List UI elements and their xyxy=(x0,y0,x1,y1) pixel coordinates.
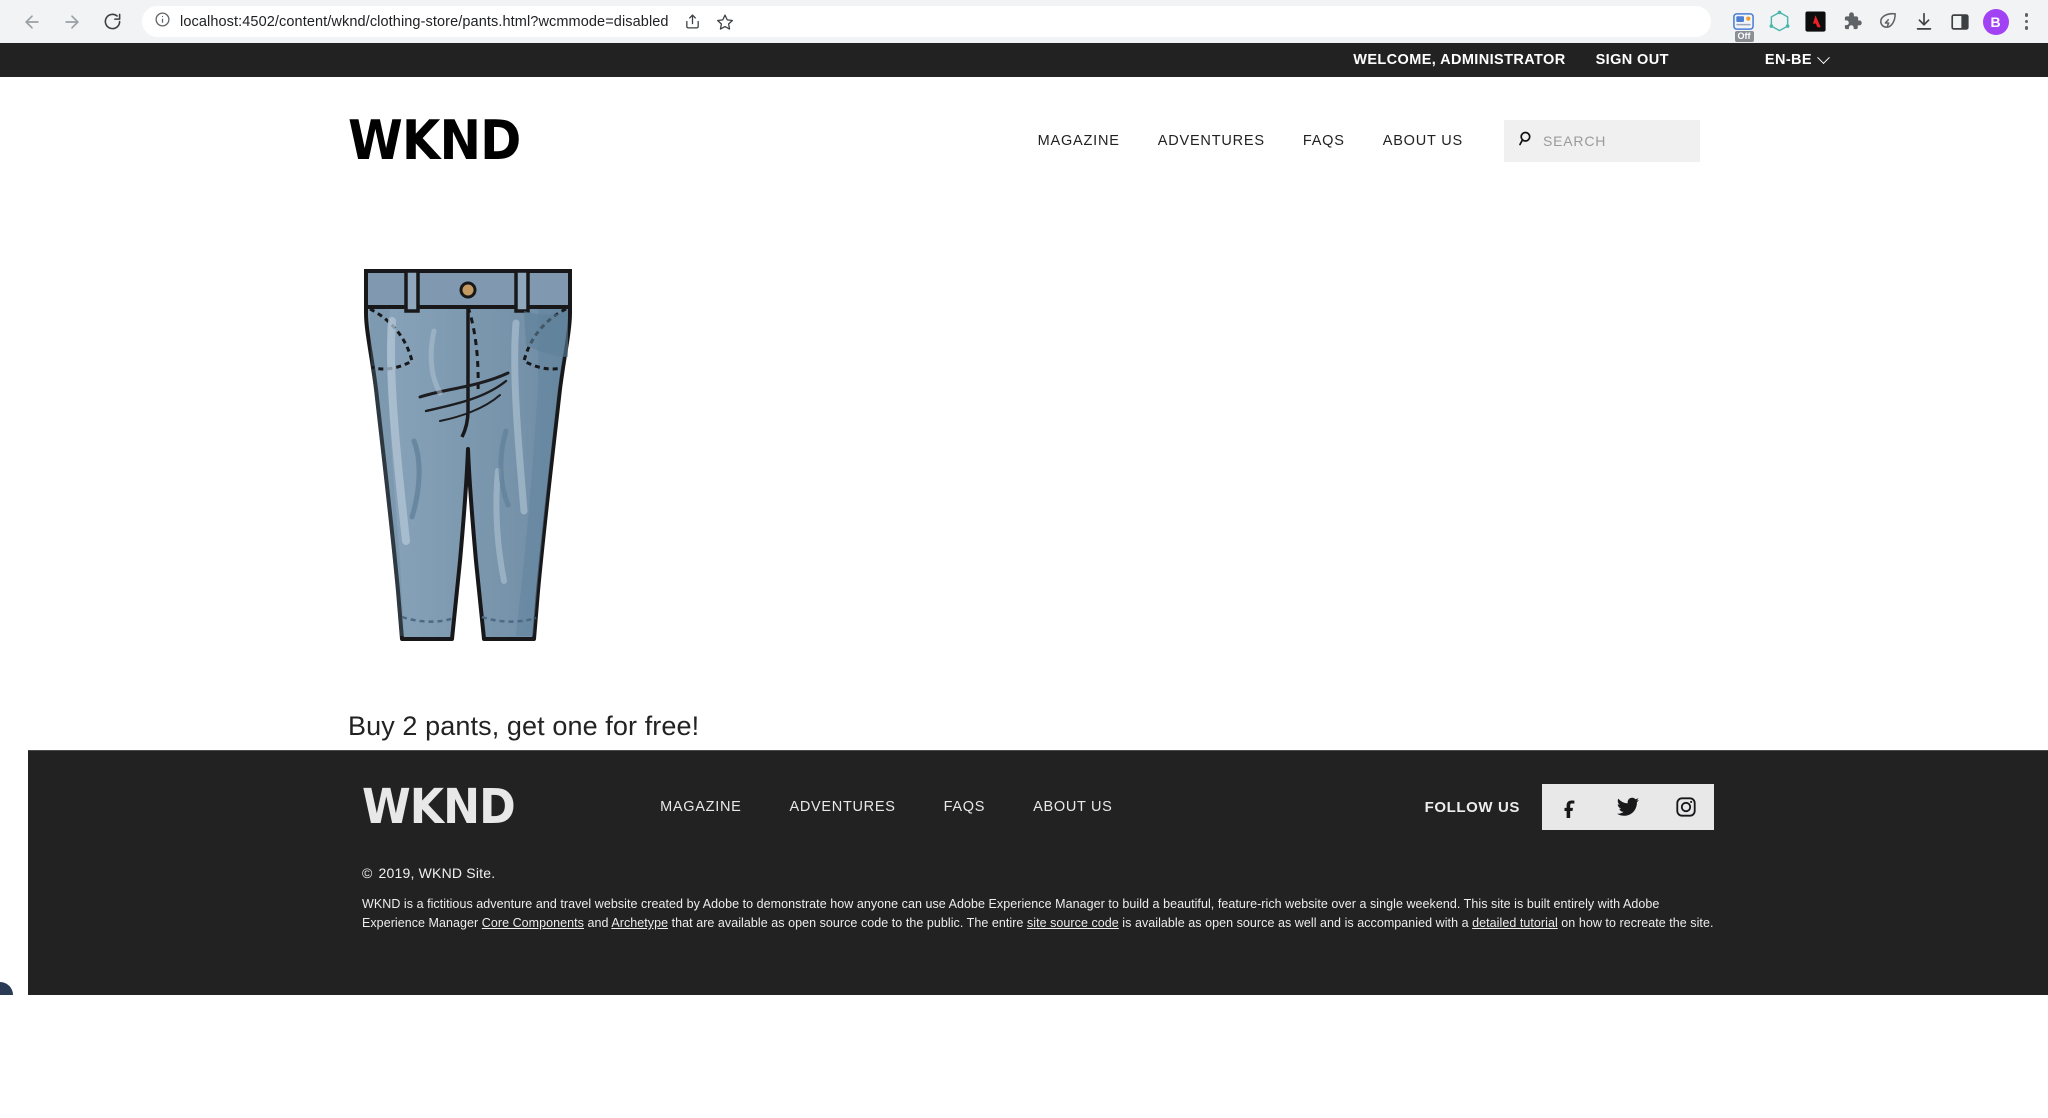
site-source-code-link[interactable]: site source code xyxy=(1027,916,1119,930)
forward-button[interactable] xyxy=(54,4,90,40)
forward-arrow-icon xyxy=(62,12,82,32)
sidepanel-icon[interactable] xyxy=(1947,9,1973,35)
disclaimer-part-3: that are available as open source code t… xyxy=(668,916,1027,930)
profile-avatar[interactable]: B xyxy=(1982,8,2009,35)
follow-us-label: FOLLOW US xyxy=(1424,798,1520,816)
promo-text: Buy 2 pants, get one for free! xyxy=(348,711,700,741)
reload-button[interactable] xyxy=(94,4,130,40)
address-bar-url: localhost:4502/content/wknd/clothing-sto… xyxy=(180,13,669,30)
nav-item-about-us[interactable]: ABOUT US xyxy=(1364,133,1482,149)
footer-nav-item-faqs[interactable]: FAQS xyxy=(920,799,1009,815)
address-bar[interactable]: localhost:4502/content/wknd/clothing-sto… xyxy=(142,6,1711,37)
nav-item-faqs[interactable]: FAQS xyxy=(1284,133,1364,149)
copyright-text: 2019, WKND Site. xyxy=(378,865,496,881)
product-image xyxy=(348,261,588,666)
chevron-down-icon xyxy=(1817,50,1830,64)
main-content: Buy 2 pants, get one for free! xyxy=(0,183,2048,750)
info-circle-icon[interactable] xyxy=(154,11,171,33)
welcome-message: WELCOME, ADMINISTRATOR xyxy=(1353,52,1566,68)
graphql-extension-icon[interactable] xyxy=(1767,9,1793,35)
language-selector[interactable]: EN-BE xyxy=(1764,50,1830,68)
disclaimer-part-5: on how to recreate the site. xyxy=(1557,916,1714,930)
main-navigation: MAGAZINE ADVENTURES FAQS ABOUT US xyxy=(1019,133,1482,149)
disclaimer-text: WKND is a fictitious adventure and trave… xyxy=(362,895,1714,933)
footer-logo[interactable]: WKND xyxy=(362,783,516,831)
screencast-extension-icon[interactable]: Off xyxy=(1731,9,1757,42)
instagram-icon[interactable] xyxy=(1675,796,1697,818)
detailed-tutorial-link[interactable]: detailed tutorial xyxy=(1472,916,1558,930)
search-box[interactable]: SEARCH xyxy=(1504,120,1700,162)
nav-item-magazine[interactable]: MAGAZINE xyxy=(1019,133,1139,149)
extension-badge: Off xyxy=(1734,30,1754,42)
site-footer: WKND MAGAZINE ADVENTURES FAQS ABOUT US F… xyxy=(0,750,2048,995)
utility-bar: WELCOME, ADMINISTRATOR SIGN OUT EN-BE xyxy=(0,43,2048,77)
core-components-link[interactable]: Core Components xyxy=(482,916,584,930)
disclaimer-part-4: is available as open source as well and … xyxy=(1118,916,1473,930)
twitter-icon[interactable] xyxy=(1616,795,1640,819)
nav-item-adventures[interactable]: ADVENTURES xyxy=(1139,133,1284,149)
follow-us-section: FOLLOW US xyxy=(1425,784,1714,830)
social-links xyxy=(1542,784,1714,830)
facebook-icon[interactable] xyxy=(1559,796,1581,818)
blue-jeans-pants-illustration xyxy=(364,269,572,641)
sign-out-link[interactable]: SIGN OUT xyxy=(1596,52,1669,68)
adobe-extension-icon[interactable] xyxy=(1803,9,1829,35)
browser-toolbar: localhost:4502/content/wknd/clothing-sto… xyxy=(0,0,2048,43)
back-button[interactable] xyxy=(14,4,50,40)
search-input[interactable]: SEARCH xyxy=(1543,133,1606,149)
footer-navigation: MAGAZINE ADVENTURES FAQS ABOUT US xyxy=(636,799,1424,815)
site-logo[interactable]: WKND xyxy=(348,114,521,168)
archetype-link[interactable]: Archetype xyxy=(611,916,668,930)
lighthouse-extension-icon[interactable] xyxy=(1875,9,1901,35)
footer-nav-item-magazine[interactable]: MAGAZINE xyxy=(636,799,765,815)
language-label: EN-BE xyxy=(1764,52,1812,68)
editor-badge[interactable] xyxy=(0,969,26,995)
disclaimer-part-2: and xyxy=(583,916,612,930)
star-icon[interactable] xyxy=(710,7,740,37)
puzzle-extensions-icon[interactable] xyxy=(1839,9,1865,35)
extensions-area: Off B xyxy=(1719,8,2035,42)
kebab-menu-icon[interactable] xyxy=(2019,13,2035,30)
back-arrow-icon xyxy=(22,12,42,32)
reload-icon xyxy=(103,12,122,31)
footer-nav-item-about-us[interactable]: ABOUT US xyxy=(1009,799,1136,815)
copyright: © 2019, WKND Site. xyxy=(362,865,1714,881)
omnibox-actions xyxy=(678,7,740,37)
downloads-icon[interactable] xyxy=(1911,9,1937,35)
footer-nav-item-adventures[interactable]: ADVENTURES xyxy=(766,799,920,815)
copyright-symbol: © xyxy=(362,865,373,881)
search-icon xyxy=(1518,130,1535,152)
share-icon[interactable] xyxy=(678,7,708,37)
site-header: WKND MAGAZINE ADVENTURES FAQS ABOUT US S… xyxy=(0,77,2048,183)
